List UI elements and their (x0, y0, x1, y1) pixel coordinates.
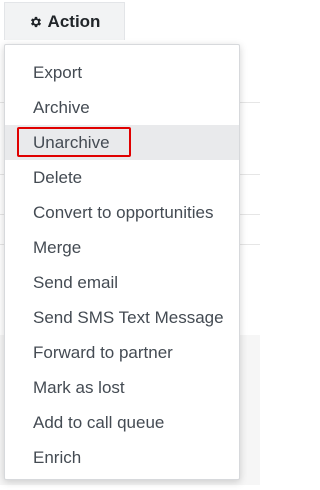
menu-item-label: Mark as lost (33, 378, 125, 397)
action-dropdown-menu: Export Archive Unarchive Delete Convert … (4, 44, 240, 480)
menu-item-label: Unarchive (33, 133, 110, 152)
action-button[interactable]: Action (4, 2, 125, 40)
page: Action Export Archive Unarchive Delete C… (0, 0, 260, 490)
menu-item-merge[interactable]: Merge (5, 230, 239, 265)
menu-item-send-sms[interactable]: Send SMS Text Message (5, 300, 239, 335)
menu-item-forward-to-partner[interactable]: Forward to partner (5, 335, 239, 370)
menu-item-export[interactable]: Export (5, 55, 239, 90)
menu-item-convert-to-opportunities[interactable]: Convert to opportunities (5, 195, 239, 230)
menu-item-delete[interactable]: Delete (5, 160, 239, 195)
menu-item-add-to-call-queue[interactable]: Add to call queue (5, 405, 239, 440)
menu-item-send-email[interactable]: Send email (5, 265, 239, 300)
gear-icon (29, 15, 43, 29)
menu-item-label: Convert to opportunities (33, 203, 214, 222)
menu-item-label: Forward to partner (33, 343, 173, 362)
menu-item-enrich[interactable]: Enrich (5, 440, 239, 475)
menu-item-label: Merge (33, 238, 82, 257)
action-button-label: Action (47, 11, 101, 31)
menu-item-unarchive[interactable]: Unarchive (5, 125, 239, 160)
menu-item-label: Enrich (33, 448, 82, 467)
menu-item-label: Send SMS Text Message (33, 308, 224, 327)
menu-item-label: Export (33, 63, 83, 82)
menu-item-archive[interactable]: Archive (5, 90, 239, 125)
menu-item-mark-as-lost[interactable]: Mark as lost (5, 370, 239, 405)
menu-item-label: Archive (33, 98, 90, 117)
menu-item-label: Delete (33, 168, 83, 187)
menu-item-label: Send email (33, 273, 119, 292)
menu-item-label: Add to call queue (33, 413, 165, 432)
